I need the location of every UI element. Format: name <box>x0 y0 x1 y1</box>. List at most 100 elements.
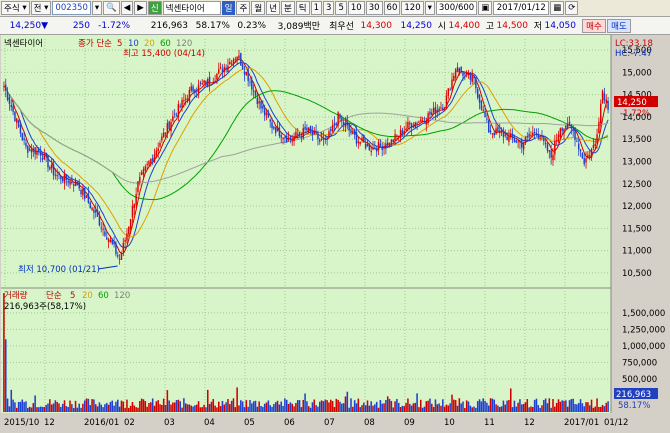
volume-bar <box>394 401 396 412</box>
trade-amount: 3,089백만 <box>277 22 320 32</box>
stock-name-field: 넥센타이어 <box>162 1 221 15</box>
candle-body <box>38 148 40 153</box>
candle-body <box>588 155 591 157</box>
volume-bar <box>89 405 91 412</box>
volume-bar <box>150 402 152 412</box>
volume-bar <box>28 406 31 412</box>
candle-body <box>522 143 525 150</box>
sell-button[interactable]: 매도 <box>607 18 631 33</box>
volume-bar <box>465 400 468 412</box>
volume-bar <box>579 399 582 412</box>
volume-bar <box>78 403 80 412</box>
candle-body <box>460 67 462 73</box>
volume-bar <box>267 400 270 412</box>
hc-label: HC:-7.47 <box>615 49 652 59</box>
candle-body <box>513 138 516 142</box>
period-week-button[interactable]: 주 <box>236 1 251 15</box>
volume-bar <box>8 406 11 412</box>
candle-body <box>166 123 169 135</box>
candle-body <box>335 123 338 125</box>
price-tick-label: 12,000 <box>622 202 652 212</box>
volume-bar <box>467 401 470 412</box>
price-tick-label: 11,500 <box>622 224 652 234</box>
candle-body <box>287 138 290 141</box>
candle-body <box>218 69 220 74</box>
volume-bar <box>480 401 483 412</box>
volume-bar <box>574 404 576 412</box>
candle-body <box>377 141 380 151</box>
volume-bar <box>144 401 147 412</box>
volume-bar <box>416 393 418 412</box>
candle-body <box>295 131 297 138</box>
period-month-button[interactable]: 월 <box>251 1 266 15</box>
candle-body <box>225 67 227 70</box>
all-select[interactable]: 전 ▾ <box>30 1 52 15</box>
minute-10-button[interactable]: 10 <box>347 1 365 15</box>
candle-body <box>386 142 389 146</box>
volume-panel[interactable] <box>1 288 611 413</box>
minute-60-button[interactable]: 60 <box>383 1 401 15</box>
minute-5-button[interactable]: 5 <box>335 1 347 15</box>
volume-tick-label: 500,000 <box>622 375 657 385</box>
lc-label: LC:33.18 <box>615 39 653 49</box>
next-arrow-icon[interactable]: ▶ <box>134 1 147 15</box>
price-legend-name: 넥센타이어 <box>4 38 43 49</box>
candle-body <box>447 88 450 96</box>
period-tick-button[interactable]: 틱 <box>295 1 310 15</box>
search-icon[interactable]: 🔍 <box>103 1 120 15</box>
volume-bar <box>115 401 117 412</box>
candle-body <box>590 148 593 158</box>
volume-bar <box>61 403 64 412</box>
minute-3-button[interactable]: 3 <box>323 1 335 15</box>
volume-bar <box>440 405 442 412</box>
volume-bar <box>473 406 475 412</box>
minute-30-button[interactable]: 30 <box>365 1 383 15</box>
volume-bar <box>41 406 44 412</box>
period-day-button[interactable]: 일 <box>221 1 236 15</box>
prev-arrow-icon[interactable]: ◀ <box>120 1 134 15</box>
calendar-icon[interactable]: ▦ <box>550 1 565 15</box>
candle-body <box>34 147 36 155</box>
candle-body <box>140 172 143 175</box>
candle-body <box>113 241 115 245</box>
volume-bar <box>19 401 22 412</box>
volume-bar <box>304 393 306 412</box>
candle-body <box>363 135 365 143</box>
code-dropdown-icon[interactable]: ▾ <box>91 1 103 15</box>
period-minute-button[interactable]: 분 <box>280 1 295 15</box>
stock-code-input[interactable]: 002350 <box>52 1 91 15</box>
price-panel[interactable] <box>1 35 611 288</box>
candle-body <box>442 107 444 110</box>
more-options-icon[interactable]: ▾ <box>424 1 435 15</box>
volume-bar <box>76 407 79 412</box>
market-select[interactable]: 주식 ▾ <box>1 1 30 15</box>
high-value: 14,500 <box>496 20 529 31</box>
candle-body <box>41 157 44 160</box>
volume-bar <box>74 400 77 412</box>
refresh-icon[interactable]: ⟳ <box>565 1 579 15</box>
candle-body <box>30 149 33 153</box>
volume-bar <box>45 404 47 412</box>
minute-120-button[interactable]: 120 <box>401 1 424 15</box>
minute-1-button[interactable]: 1 <box>310 1 323 15</box>
period-year-button[interactable]: 년 <box>266 1 280 15</box>
candle-body <box>482 109 484 111</box>
favorite-icon[interactable]: 신 <box>147 1 162 15</box>
volume-bar <box>282 405 284 412</box>
candle-body <box>420 119 422 122</box>
candle-body <box>504 134 506 136</box>
volume-info-label: 216,963주(58,17%) <box>4 302 86 312</box>
volume-bar <box>429 398 431 412</box>
candle-body <box>309 125 312 132</box>
date-input[interactable]: 2017/01/12 <box>493 1 550 15</box>
lock-icon[interactable]: ▣ <box>478 1 493 15</box>
candle-body <box>227 65 229 73</box>
candle-body <box>247 69 249 81</box>
buy-button[interactable]: 매수 <box>582 18 606 33</box>
volume-bar <box>25 401 27 412</box>
chart-svg[interactable]: 10,500 11,000 11,500 12,000 12,500 13,000 13,5… <box>0 35 670 430</box>
candle-body <box>273 126 275 129</box>
volume-bar <box>105 402 108 412</box>
time-tick-label: 05 <box>244 418 255 428</box>
data-count-input[interactable]: 300/600 <box>435 1 478 15</box>
